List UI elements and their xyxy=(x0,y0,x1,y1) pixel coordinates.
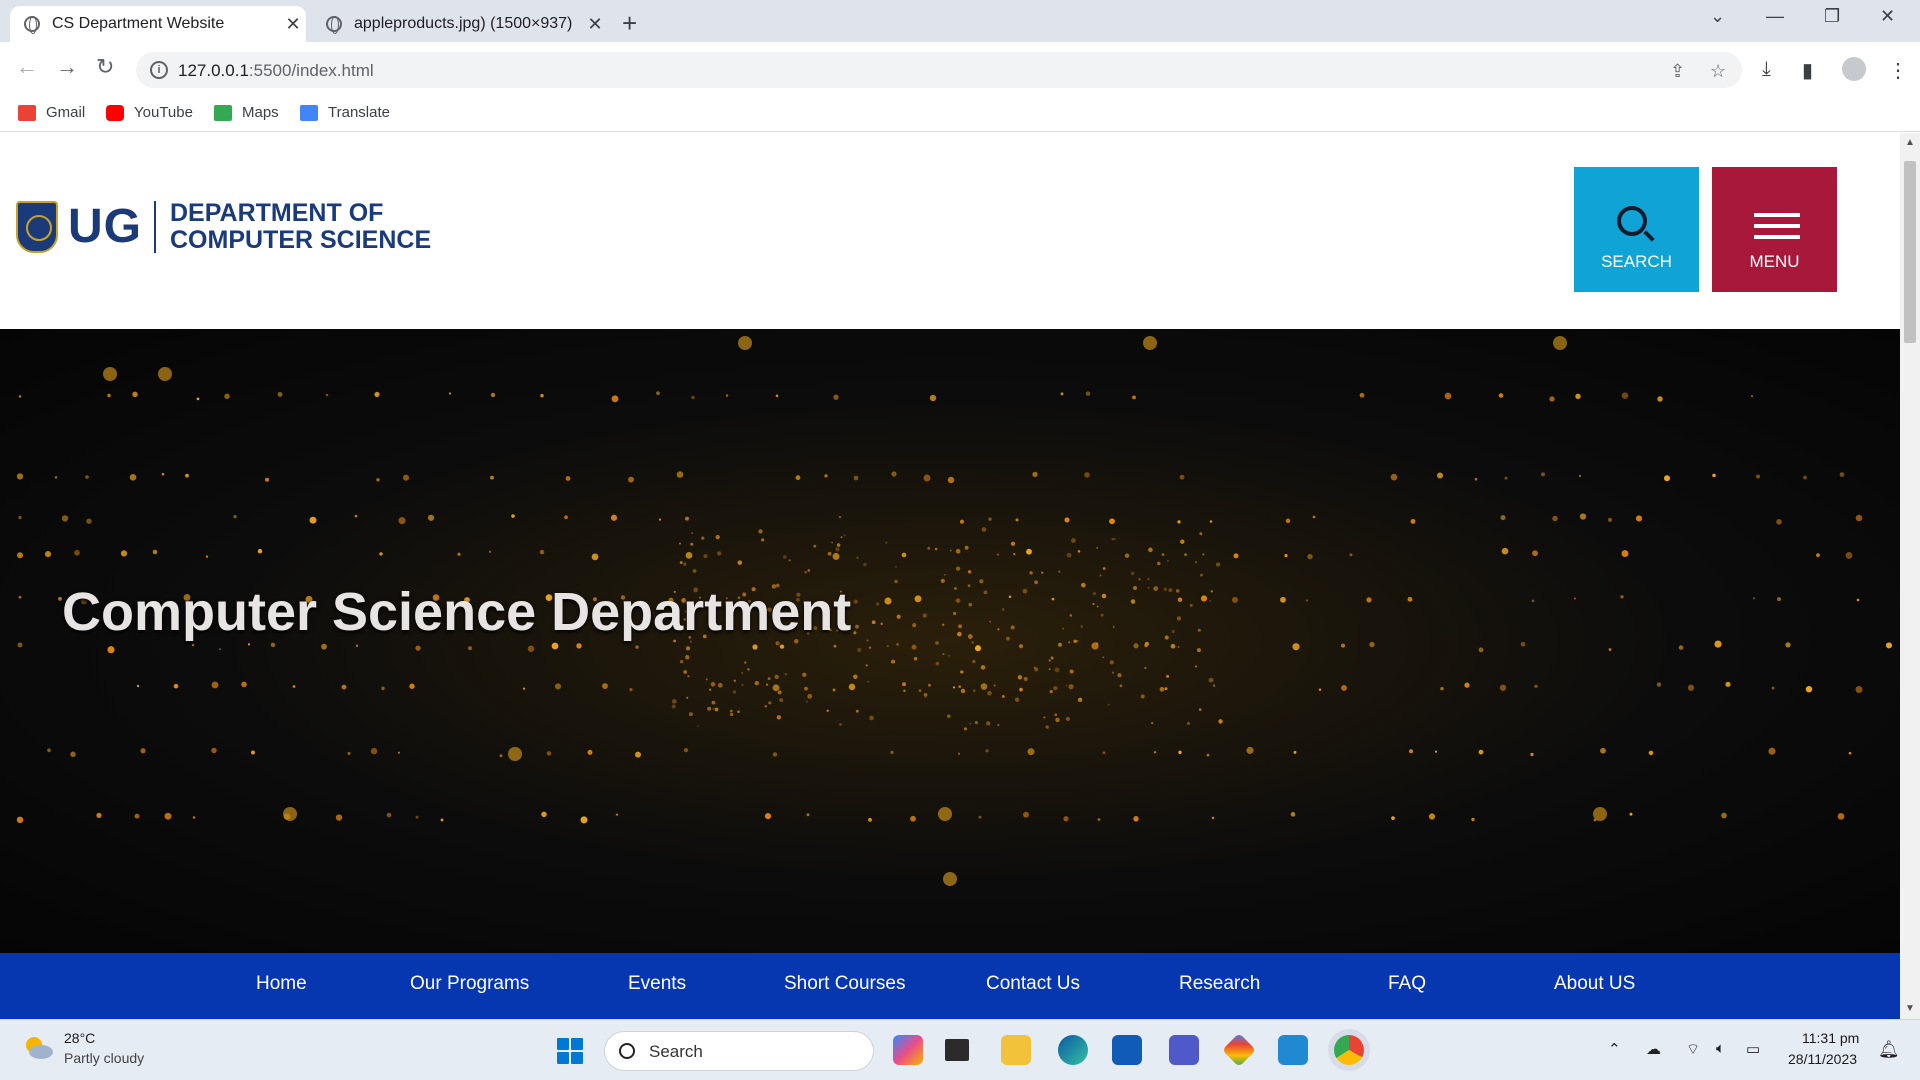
clock-date[interactable]: 28/11/2023 xyxy=(1788,1051,1857,1067)
forward-button[interactable]: → xyxy=(56,54,78,80)
file-explorer-icon[interactable] xyxy=(1001,1035,1031,1065)
show-hidden-icons[interactable]: ⌃ xyxy=(1608,1040,1621,1058)
department-name: DEPARTMENT OF COMPUTER SCIENCE xyxy=(170,198,432,254)
teams-icon[interactable] xyxy=(1169,1035,1199,1065)
taskbar-search-label: Search xyxy=(649,1042,703,1061)
scroll-down-icon[interactable]: ▼ xyxy=(1905,1003,1915,1014)
gmail-icon xyxy=(18,104,36,121)
tab-cs-department[interactable]: CS Department Website ✕ xyxy=(10,6,306,42)
globe-icon xyxy=(24,16,40,34)
download-icon[interactable]: ⤓ xyxy=(1762,58,1771,81)
gemini-app-icon[interactable] xyxy=(1222,1033,1256,1067)
wifi-icon[interactable]: ⌔ xyxy=(1686,1040,1700,1059)
nav-about-us[interactable]: About US xyxy=(1554,973,1635,995)
clock-time[interactable]: 11:31 pm xyxy=(1802,1030,1859,1046)
taskbar-search-box[interactable]: Search xyxy=(604,1031,874,1071)
browser-menu-icon[interactable]: ⋮ xyxy=(1888,58,1908,83)
search-button[interactable]: SEARCH xyxy=(1574,167,1699,292)
close-tab-icon[interactable]: ✕ xyxy=(280,14,306,35)
tab-appleproducts[interactable]: appleproducts.jpg) (1500×937) ✕ xyxy=(312,6,608,42)
task-view-icon[interactable] xyxy=(945,1039,969,1061)
youtube-icon xyxy=(106,104,124,121)
edge-icon[interactable] xyxy=(1058,1035,1088,1065)
profile-avatar[interactable] xyxy=(1842,57,1866,81)
share-icon[interactable]: ⇪ xyxy=(1670,61,1685,82)
copilot-icon[interactable] xyxy=(893,1035,923,1065)
back-button[interactable]: ← xyxy=(16,54,38,80)
bookmark-translate[interactable]: Translate xyxy=(300,104,390,121)
nav-our-programs[interactable]: Our Programs xyxy=(410,973,529,995)
translate-icon xyxy=(300,104,318,121)
bookmark-maps[interactable]: Maps xyxy=(214,104,279,121)
globe-icon xyxy=(326,16,342,34)
new-tab-button[interactable]: + xyxy=(622,8,637,39)
bookmark-youtube[interactable]: YouTube xyxy=(106,104,193,121)
minimize-button[interactable]: — xyxy=(1766,6,1784,27)
browser-tab-strip: CS Department Website ✕ appleproducts.jp… xyxy=(0,0,1920,42)
temperature: 28°C xyxy=(64,1030,96,1046)
hamburger-icon xyxy=(1754,213,1800,246)
site-info-icon[interactable]: i xyxy=(150,61,168,79)
tab-search-icon[interactable]: ⌄ xyxy=(1710,6,1725,27)
store-icon[interactable] xyxy=(1112,1035,1142,1065)
bookmark-gmail[interactable]: Gmail xyxy=(18,104,85,121)
windows-taskbar: 28°C Partly cloudy Search ⌃ ☁ ⌔ 🔈︎ ▭ 11:… xyxy=(0,1019,1920,1080)
start-button[interactable] xyxy=(557,1038,583,1064)
menu-label: MENU xyxy=(1749,252,1800,271)
nav-research[interactable]: Research xyxy=(1179,973,1260,995)
scroll-up-icon[interactable]: ▲ xyxy=(1905,137,1915,148)
search-label: SEARCH xyxy=(1601,252,1672,271)
university-crest-icon xyxy=(16,200,58,253)
logo-divider xyxy=(154,200,156,253)
partly-cloudy-icon xyxy=(26,1037,53,1059)
nav-faq[interactable]: FAQ xyxy=(1388,973,1426,995)
restore-button[interactable]: ❐ xyxy=(1824,6,1840,27)
bookmarks-bar: Gmail YouTube Maps Translate xyxy=(0,94,1920,132)
tab-title: CS Department Website xyxy=(52,15,225,32)
weather-text: Partly cloudy xyxy=(64,1050,145,1066)
notification-bell-icon[interactable]: 🔔︎ xyxy=(1878,1040,1900,1060)
side-panel-icon[interactable]: ▮ xyxy=(1802,58,1813,83)
menu-button[interactable]: MENU xyxy=(1712,167,1837,292)
address-bar[interactable]: i 127.0.0.1:5500/index.html ⇪ ☆ xyxy=(136,52,1742,88)
search-icon xyxy=(619,1043,635,1059)
nav-contact-us[interactable]: Contact Us xyxy=(986,973,1080,995)
hero-title: Computer Science Department xyxy=(62,582,852,642)
ug-logo[interactable]: UG DEPARTMENT OF COMPUTER SCIENCE xyxy=(16,199,431,254)
nav-home[interactable]: Home xyxy=(256,973,307,995)
nav-events[interactable]: Events xyxy=(628,973,686,995)
vscode-icon[interactable] xyxy=(1278,1035,1308,1065)
bookmark-star-icon[interactable]: ☆ xyxy=(1710,61,1726,82)
logo-text: UG xyxy=(68,200,142,253)
url-text: 127.0.0.1:5500/index.html xyxy=(178,61,374,80)
web-page: UG DEPARTMENT OF COMPUTER SCIENCE SEARCH… xyxy=(0,133,1900,1019)
maps-icon xyxy=(214,104,232,121)
volume-icon[interactable]: 🔈︎ xyxy=(1716,1040,1725,1057)
search-icon xyxy=(1617,206,1647,236)
chrome-icon[interactable] xyxy=(1334,1035,1364,1065)
close-window-button[interactable]: ✕ xyxy=(1880,6,1895,27)
tab-title: appleproducts.jpg) (1500×937) xyxy=(354,15,573,32)
scrollbar-thumb[interactable] xyxy=(1904,161,1916,343)
onedrive-icon[interactable]: ☁ xyxy=(1646,1040,1661,1058)
battery-icon[interactable]: ▭ xyxy=(1746,1040,1760,1058)
close-tab-icon[interactable]: ✕ xyxy=(582,14,608,35)
reload-button[interactable]: ↻ xyxy=(96,54,114,80)
site-header: UG DEPARTMENT OF COMPUTER SCIENCE SEARCH… xyxy=(0,133,1900,329)
main-navigation: Home Our Programs Events Short Courses C… xyxy=(0,953,1900,1019)
page-scrollbar[interactable]: ▲ ▼ xyxy=(1900,133,1920,1019)
hero-banner: Computer Science Department xyxy=(0,329,1900,953)
nav-short-courses[interactable]: Short Courses xyxy=(784,973,905,995)
